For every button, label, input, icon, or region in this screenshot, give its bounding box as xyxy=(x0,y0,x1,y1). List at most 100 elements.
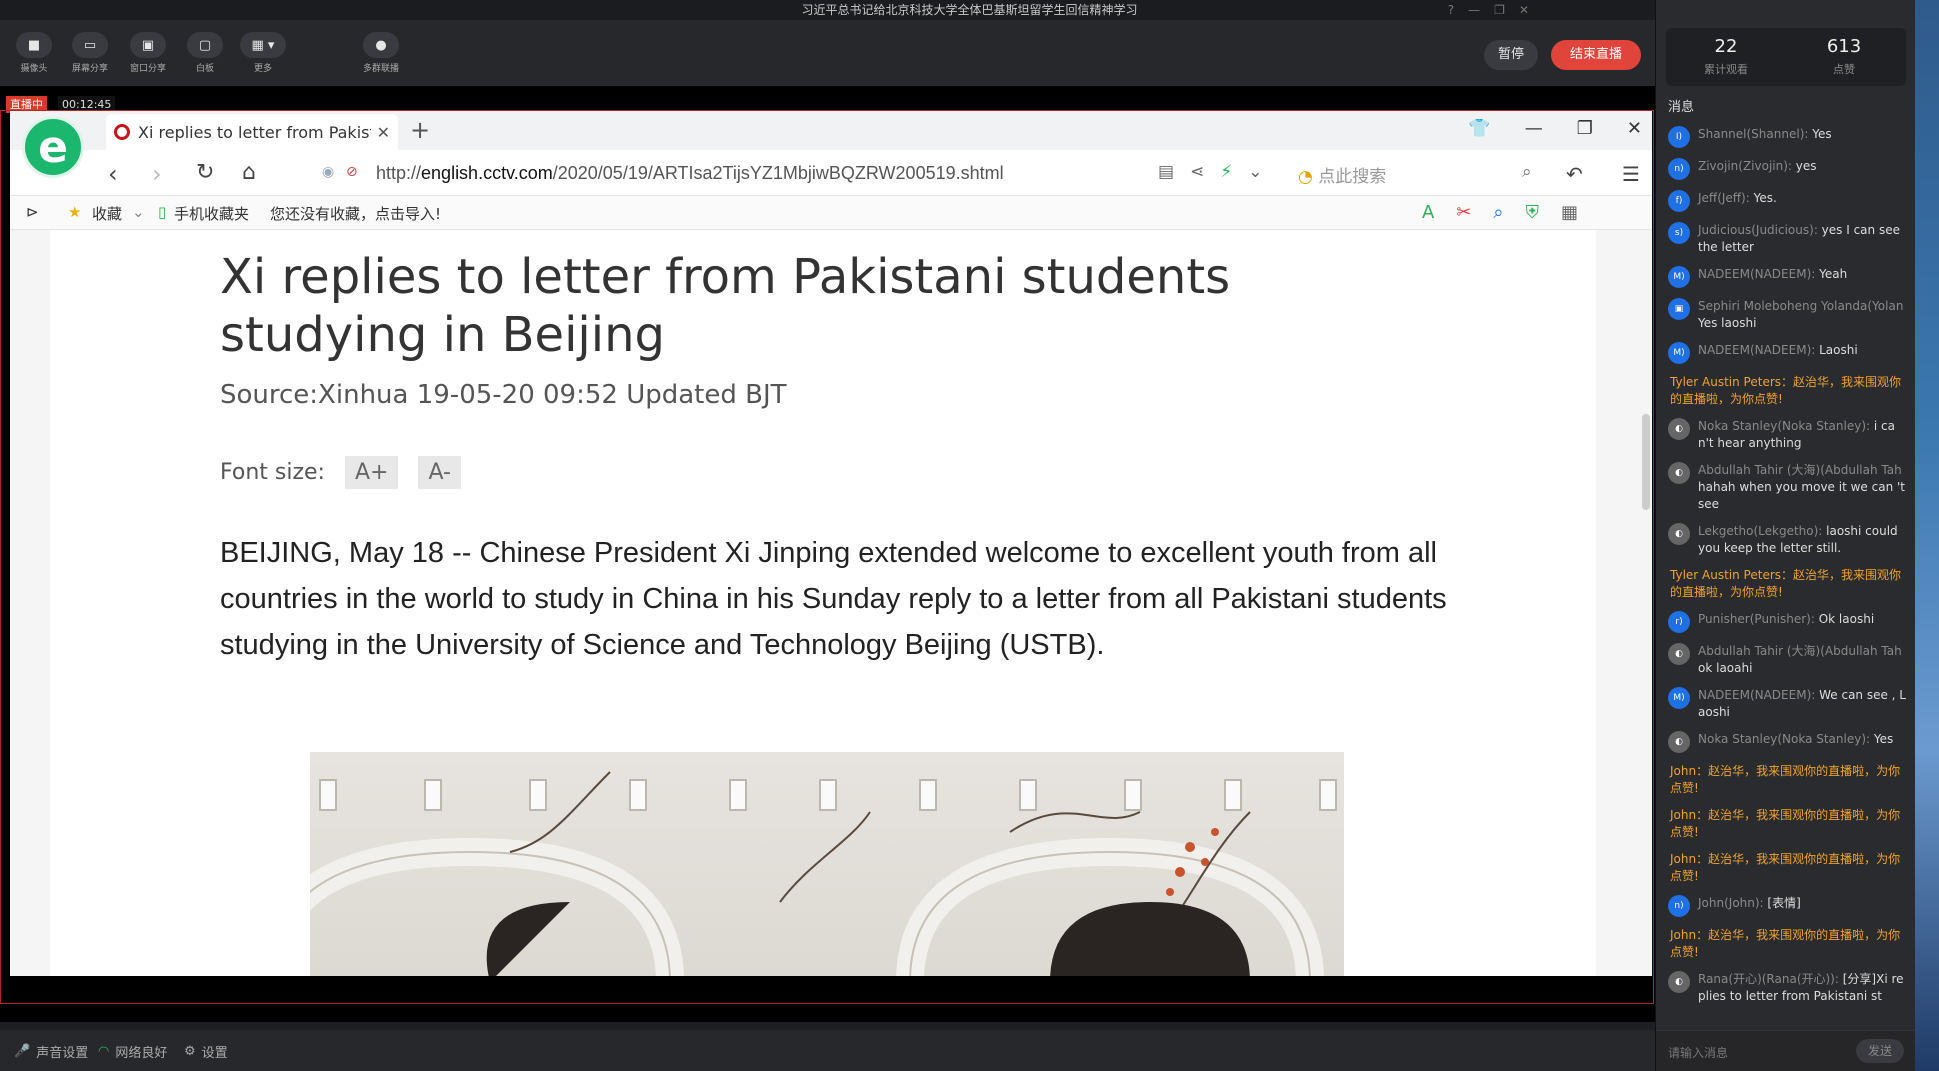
camera-icon: ■ xyxy=(16,32,52,58)
import-favorites-hint[interactable]: 您还没有收藏，点击导入! xyxy=(270,203,441,224)
new-tab-icon[interactable]: + xyxy=(410,116,430,144)
browser-restore-icon[interactable]: ❐ xyxy=(1577,118,1593,139)
chat-message: ◐ Noka Stanley(Noka Stanley): Yes xyxy=(1668,731,1908,753)
skin-icon[interactable]: 👕 xyxy=(1468,118,1490,139)
font-size-label: Font size: xyxy=(220,460,325,485)
system-message: John：赵治华，我来围观你的直播啦，为你点赞! xyxy=(1670,852,1901,883)
security-icon[interactable]: ⊘ xyxy=(346,164,358,180)
screenshot-icon[interactable]: ✂ xyxy=(1456,202,1471,223)
multi-group-button[interactable]: ● 多群联播 xyxy=(358,32,404,74)
browser-minimize-icon[interactable]: — xyxy=(1525,118,1543,139)
avatar[interactable]: ◐ xyxy=(1668,731,1690,753)
more-button[interactable]: ▦ ▾ 更多 xyxy=(240,32,286,74)
shared-browser-window: Xi replies to letter from Pakist ✕ + 👕 —… xyxy=(10,110,1652,976)
sender-name: Abdullah Tahir (大海)(Abdullah Tah xyxy=(1698,644,1902,658)
avatar[interactable]: n) xyxy=(1668,158,1690,180)
message-content: Sephiri Moleboheng Yolanda(Yolan Yes laos… xyxy=(1698,298,1908,332)
message-text: Yes. xyxy=(1749,191,1777,205)
restore-icon[interactable]: ❐ xyxy=(1494,0,1505,20)
menu-icon[interactable]: ☰ xyxy=(1622,162,1640,186)
system-message: Tyler Austin Peters：赵治华，我来围观你的直播啦，为你点赞! xyxy=(1670,568,1902,599)
send-button[interactable]: 发送 xyxy=(1856,1039,1904,1063)
avatar[interactable]: f) xyxy=(1668,190,1690,212)
message-content: Punisher(Punisher): Ok laoshi xyxy=(1698,611,1874,633)
message-content: Zivojin(Zivojin): yes xyxy=(1698,158,1817,180)
vertical-scrollbar[interactable] xyxy=(1642,414,1650,510)
shield-icon[interactable]: ⛨ xyxy=(1526,202,1540,223)
likes-count: 613 xyxy=(1826,36,1862,57)
message-text: Ok laoshi xyxy=(1814,612,1875,626)
avatar[interactable]: s) xyxy=(1668,222,1690,244)
whiteboard-button[interactable]: ▢ 白板 xyxy=(185,32,225,74)
status-bar: 🎤 声音设置 ◠ 网络良好 ⚙ 设置 xyxy=(0,1030,1655,1071)
reader-icon[interactable]: ▤ xyxy=(1158,162,1174,182)
dropdown-icon[interactable]: ⌄ xyxy=(1248,162,1262,182)
avatar[interactable]: M) xyxy=(1668,266,1690,288)
url-host: english.cctv.com xyxy=(421,163,553,183)
avatar[interactable]: I) xyxy=(1668,126,1690,148)
message-content: Noka Stanley(Noka Stanley): i can't hear… xyxy=(1698,418,1908,452)
page-viewport: Xi replies to letter from Pakistani stud… xyxy=(10,230,1652,976)
search-box[interactable]: ◔ 点此搜索 ⌕ xyxy=(1298,162,1532,187)
undo-close-icon[interactable]: ↶ xyxy=(1566,162,1583,186)
avatar[interactable]: ◐ xyxy=(1668,523,1690,545)
apps-icon[interactable]: ▦ xyxy=(1561,202,1578,223)
close-icon[interactable]: ✕ xyxy=(1519,0,1529,20)
system-message: John：赵治华，我来围观你的直播啦，为你点赞! xyxy=(1670,928,1901,959)
screen-share-label: 屏幕分享 xyxy=(71,64,108,74)
sender-name: Abdullah Tahir (大海)(Abdullah Tah xyxy=(1698,463,1902,477)
share-icon[interactable]: ⋖ xyxy=(1190,162,1204,182)
font-increase-button[interactable]: A+ xyxy=(344,456,399,489)
message-content: NADEEM(NADEEM): Yeah xyxy=(1698,266,1847,288)
browser-close-icon[interactable]: ✕ xyxy=(1627,118,1642,139)
minimize-icon[interactable]: — xyxy=(1468,0,1480,20)
avatar[interactable]: ◐ xyxy=(1668,418,1690,440)
forward-icon[interactable]: › xyxy=(152,160,162,188)
chat-message: M) NADEEM(NADEEM): We can see , Laoshi xyxy=(1668,687,1908,721)
audio-settings-button[interactable]: 🎤 声音设置 xyxy=(14,1042,88,1061)
window-share-button[interactable]: ▣ 窗口分享 xyxy=(128,32,168,74)
avatar[interactable]: ◐ xyxy=(1668,643,1690,665)
tab-close-icon[interactable]: ✕ xyxy=(377,123,390,142)
settings-button[interactable]: ⚙ 设置 xyxy=(184,1042,228,1061)
message-input-bar: 请输入消息 发送 xyxy=(1656,1030,1916,1071)
camera-label: 摄像头 xyxy=(20,64,48,74)
browser-tab-strip: Xi replies to letter from Pakist ✕ + 👕 —… xyxy=(10,110,1652,150)
help-icon[interactable]: ? xyxy=(1448,0,1454,20)
site-info-icon[interactable]: ◉ xyxy=(322,164,334,180)
viewers-label: 累计观看 xyxy=(1704,63,1748,76)
screen-share-button[interactable]: ▭ 屏幕分享 xyxy=(70,32,110,74)
end-live-button[interactable]: 结束直播 xyxy=(1551,40,1641,70)
camera-button[interactable]: ■ 摄像头 xyxy=(14,32,54,74)
message-text: Yes xyxy=(1870,732,1894,746)
refresh-icon[interactable]: ↻ xyxy=(196,160,214,185)
search-placeholder: 点此搜索 xyxy=(1318,167,1387,187)
mobile-favorites-link[interactable]: 手机收藏夹 xyxy=(174,203,249,224)
chat-message: ◐ Abdullah Tahir (大海)(Abdullah Tah ok laoa… xyxy=(1668,643,1908,677)
message-content: Lekgetho(Lekgetho): laoshi could you kee… xyxy=(1698,523,1908,557)
translate-icon[interactable]: A xyxy=(1422,202,1434,223)
sender-name: Noka Stanley(Noka Stanley): xyxy=(1698,732,1871,746)
avatar[interactable]: ◐ xyxy=(1668,971,1690,993)
message-content: Abdullah Tahir (大海)(Abdullah Tah hahah wh… xyxy=(1698,462,1908,513)
sidebar-toggle-icon[interactable]: ⊳ xyxy=(26,203,39,221)
avatar[interactable]: M) xyxy=(1668,687,1690,709)
speed-mode-icon[interactable]: ⚡ xyxy=(1220,162,1232,182)
favorites-chevron-icon[interactable]: ⌄ xyxy=(132,203,145,221)
pause-button[interactable]: 暂停 xyxy=(1484,40,1538,70)
avatar[interactable]: ◐ xyxy=(1668,462,1690,484)
avatar[interactable]: r) xyxy=(1668,611,1690,633)
search-icon[interactable]: ⌕ xyxy=(1522,162,1532,182)
message-input[interactable]: 请输入消息 xyxy=(1668,1044,1728,1061)
back-icon[interactable]: ‹ xyxy=(108,160,118,188)
home-icon[interactable]: ⌂ xyxy=(242,160,256,185)
avatar[interactable]: ▣ xyxy=(1668,298,1690,320)
browser-tab[interactable]: Xi replies to letter from Pakist ✕ xyxy=(106,114,398,150)
favorites-menu[interactable]: 收藏 xyxy=(92,203,122,224)
avatar[interactable]: M) xyxy=(1668,342,1690,364)
avatar[interactable]: n) xyxy=(1668,895,1690,917)
message-list[interactable]: I) Shannel(Shannel): Yes n) Zivojin(Zivojin… xyxy=(1668,126,1908,1016)
url-field[interactable]: http://english.cctv.com/2020/05/19/ARTIs… xyxy=(376,163,1004,184)
find-icon[interactable]: ⌕ xyxy=(1493,202,1503,223)
font-decrease-button[interactable]: A- xyxy=(418,456,461,489)
